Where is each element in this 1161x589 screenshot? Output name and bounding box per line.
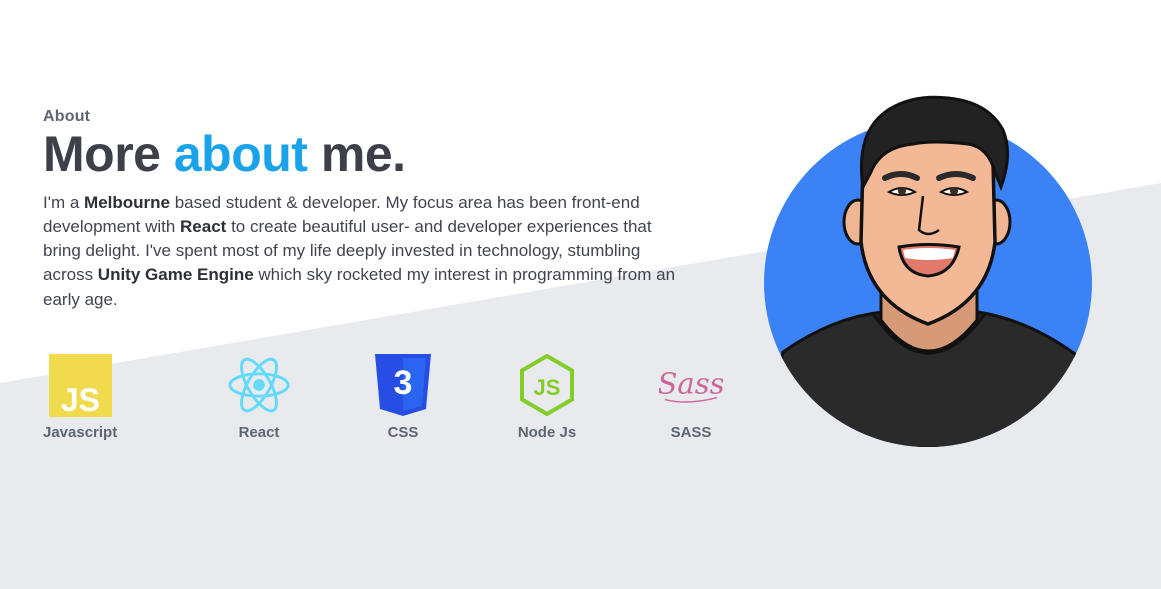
skill-react: React (187, 352, 331, 441)
page-title: More about me. (43, 128, 703, 181)
svg-text:Sass: Sass (659, 367, 723, 401)
title-part-1: More (43, 126, 161, 182)
react-icon (227, 352, 291, 418)
section-eyebrow: About (43, 108, 91, 125)
skill-label: Node Js (517, 424, 577, 441)
bio-text-1: I'm a (43, 192, 85, 212)
svg-text:3: 3 (394, 364, 413, 402)
skills-list: JS Javascript React 3 CSS JS Node Js Sas… (43, 352, 763, 441)
nodejs-icon: JS (515, 352, 579, 418)
title-accent: about (173, 126, 308, 182)
skill-label: CSS (387, 424, 419, 441)
skill-sass: Sass SASS (619, 352, 763, 441)
javascript-icon: JS (48, 352, 112, 418)
sass-icon: Sass (659, 352, 723, 418)
skill-label: SASS (670, 424, 712, 441)
svg-text:JS: JS (534, 375, 561, 400)
bio-highlight-react: React (180, 216, 227, 236)
skill-css: 3 CSS (331, 352, 475, 441)
css-icon: 3 (371, 352, 435, 418)
about-section: About More about me. I'm a Melbourne bas… (43, 108, 703, 329)
skill-nodejs: JS Node Js (475, 352, 619, 441)
title-part-2: me. (320, 126, 406, 182)
bio-paragraph: I'm a Melbourne based student & develope… (43, 191, 683, 312)
skill-label: Javascript (43, 424, 118, 441)
bio-highlight-unity: Unity Game Engine (97, 265, 254, 285)
avatar (763, 92, 1093, 448)
svg-text:JS: JS (60, 382, 99, 417)
skill-label: React (238, 424, 280, 441)
bio-highlight-city: Melbourne (84, 192, 170, 212)
skill-javascript: JS Javascript (43, 352, 187, 441)
